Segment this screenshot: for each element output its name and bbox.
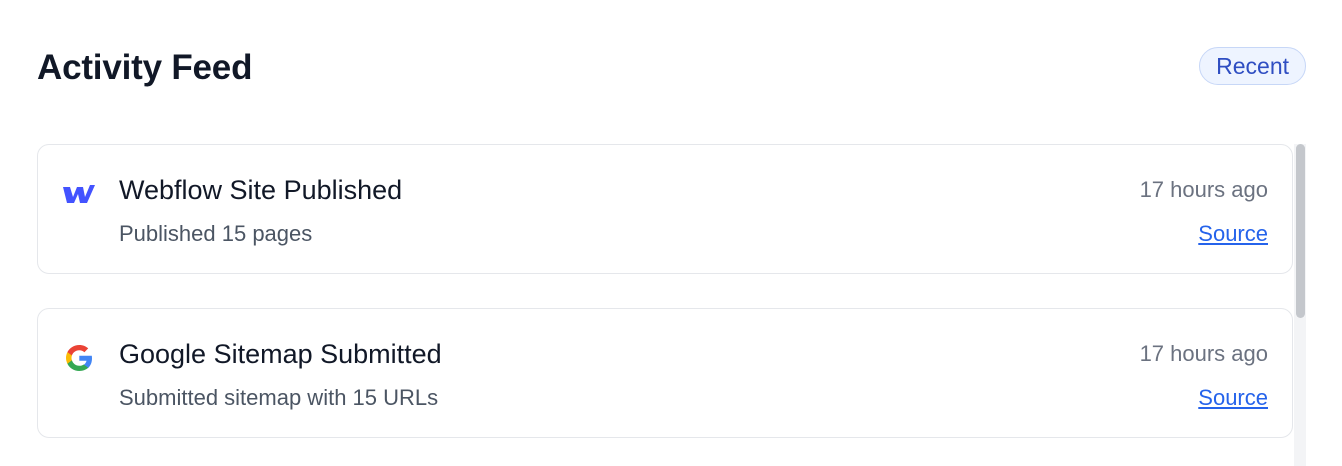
activity-title: Google Sitemap Submitted — [119, 339, 442, 369]
source-link[interactable]: Source — [1198, 221, 1268, 247]
scrollbar-thumb[interactable] — [1296, 144, 1305, 318]
activity-item: Webflow Site Published Published 15 page… — [37, 144, 1293, 274]
activity-feed-list: Webflow Site Published Published 15 page… — [37, 144, 1293, 466]
webflow-icon — [62, 179, 96, 209]
activity-timestamp: 17 hours ago — [1139, 341, 1268, 366]
activity-feed-header: Activity Feed Recent — [37, 44, 1306, 92]
activity-description: Submitted sitemap with 15 URLs — [119, 385, 439, 410]
recent-badge[interactable]: Recent — [1199, 47, 1306, 85]
page-title: Activity Feed — [37, 48, 253, 87]
activity-description: Published 15 pages — [119, 221, 313, 246]
activity-item: Google Sitemap Submitted Submitted sitem… — [37, 308, 1293, 438]
activity-timestamp: 17 hours ago — [1139, 177, 1268, 202]
source-link[interactable]: Source — [1198, 385, 1268, 411]
google-icon — [62, 343, 96, 373]
activity-title: Webflow Site Published — [119, 175, 403, 205]
